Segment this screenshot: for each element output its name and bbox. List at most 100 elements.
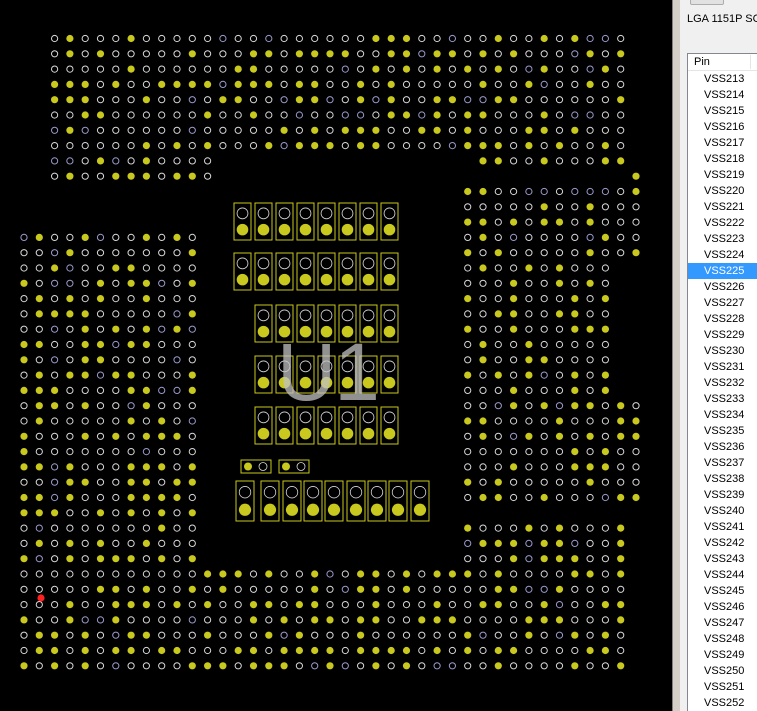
pad[interactable]: [173, 539, 181, 548]
pad[interactable]: [494, 356, 502, 364]
pad[interactable]: [357, 34, 365, 43]
pad[interactable]: [601, 417, 610, 425]
pad[interactable]: [464, 310, 472, 318]
pad[interactable]: [35, 295, 43, 303]
pad[interactable]: [509, 80, 518, 89]
pad[interactable]: [509, 310, 518, 318]
pad[interactable]: [66, 310, 74, 318]
pad[interactable]: [555, 340, 564, 349]
pad[interactable]: [509, 448, 518, 456]
pad[interactable]: [112, 524, 120, 532]
pin-list-item[interactable]: VSS231: [688, 359, 757, 375]
pad[interactable]: [280, 34, 288, 43]
pad[interactable]: [494, 325, 502, 333]
pad[interactable]: [173, 96, 181, 104]
pad[interactable]: [188, 555, 196, 563]
pad[interactable]: [402, 631, 411, 639]
pad[interactable]: [433, 34, 441, 43]
pad[interactable]: [525, 279, 533, 287]
pad[interactable]: [311, 631, 319, 639]
pad[interactable]: [418, 585, 426, 593]
pad[interactable]: [540, 65, 548, 73]
pad[interactable]: [81, 386, 89, 394]
pin-list-item[interactable]: VSS221: [688, 199, 757, 215]
resistor[interactable]: [278, 459, 310, 474]
pad[interactable]: [204, 80, 212, 88]
pin-list-item[interactable]: VSS244: [688, 567, 757, 583]
pad[interactable]: [617, 585, 625, 593]
pad[interactable]: [540, 264, 548, 272]
pad[interactable]: [586, 356, 594, 364]
pin-list-item[interactable]: VSS234: [688, 407, 757, 423]
pad[interactable]: [265, 585, 273, 593]
pad[interactable]: [66, 601, 74, 609]
pad[interactable]: [601, 340, 610, 349]
pin-list-item[interactable]: VSS218: [688, 151, 757, 167]
pad[interactable]: [540, 371, 548, 379]
pad[interactable]: [494, 96, 502, 104]
pad[interactable]: [173, 432, 181, 440]
pad[interactable]: [571, 371, 579, 379]
pad[interactable]: [448, 142, 456, 150]
pad[interactable]: [112, 493, 120, 502]
pad[interactable]: [280, 50, 288, 58]
pad[interactable]: [586, 662, 594, 670]
capacitor[interactable]: [233, 202, 252, 241]
pad[interactable]: [571, 111, 579, 119]
pad[interactable]: [81, 570, 89, 578]
pad[interactable]: [509, 356, 518, 364]
pad[interactable]: [326, 34, 334, 43]
pin-list-item[interactable]: VSS251: [688, 679, 757, 695]
pad[interactable]: [464, 478, 472, 486]
pad[interactable]: [96, 264, 105, 272]
pad[interactable]: [571, 417, 579, 425]
pad[interactable]: [341, 570, 349, 578]
pad[interactable]: [158, 432, 166, 440]
pad[interactable]: [525, 34, 533, 43]
pad[interactable]: [448, 111, 456, 119]
pad[interactable]: [464, 142, 472, 150]
pad[interactable]: [571, 50, 579, 58]
pin-list-item[interactable]: VSS238: [688, 471, 757, 487]
pad[interactable]: [66, 371, 74, 379]
pad[interactable]: [418, 662, 426, 670]
pad[interactable]: [188, 524, 196, 532]
pad[interactable]: [601, 218, 610, 226]
pad[interactable]: [479, 585, 487, 593]
pad[interactable]: [311, 601, 319, 609]
pad[interactable]: [509, 570, 518, 578]
pad[interactable]: [249, 646, 258, 655]
pad[interactable]: [372, 65, 380, 73]
pad[interactable]: [402, 50, 411, 58]
pad[interactable]: [571, 96, 579, 104]
pad[interactable]: [509, 157, 518, 165]
pad[interactable]: [494, 601, 502, 609]
pad[interactable]: [158, 295, 166, 303]
pad[interactable]: [51, 662, 59, 670]
pad[interactable]: [479, 249, 487, 257]
pad[interactable]: [51, 233, 59, 241]
pad[interactable]: [586, 402, 594, 410]
pad[interactable]: [571, 340, 579, 349]
pad[interactable]: [158, 601, 166, 609]
pad[interactable]: [601, 111, 610, 119]
pad[interactable]: [204, 601, 212, 609]
pad[interactable]: [112, 80, 120, 88]
pad[interactable]: [448, 570, 456, 578]
pad[interactable]: [464, 570, 472, 578]
capacitor[interactable]: [303, 480, 323, 522]
pad[interactable]: [112, 249, 120, 257]
pad[interactable]: [509, 478, 518, 486]
pad[interactable]: [433, 585, 441, 593]
pad[interactable]: [96, 356, 105, 364]
pin-list-item[interactable]: VSS223: [688, 231, 757, 247]
pad[interactable]: [448, 631, 456, 639]
pad[interactable]: [112, 279, 120, 287]
pad[interactable]: [158, 478, 166, 486]
pad[interactable]: [509, 616, 518, 624]
capacitor[interactable]: [359, 304, 378, 343]
pad[interactable]: [96, 448, 105, 456]
pad[interactable]: [387, 616, 395, 624]
pad[interactable]: [402, 646, 411, 655]
pad[interactable]: [173, 417, 181, 425]
